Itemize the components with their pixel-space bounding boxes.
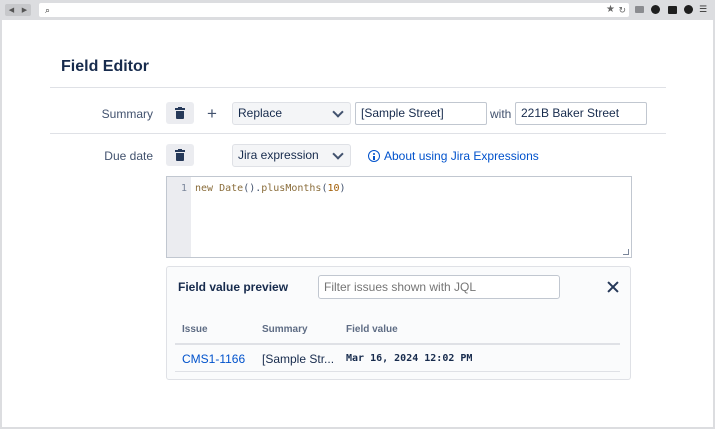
delete-due-date-button[interactable] (166, 144, 194, 166)
field-value-preview-panel: Field value preview Issue Summary Field … (166, 266, 631, 380)
trash-icon (175, 106, 185, 119)
star-icon[interactable]: ★ (606, 4, 615, 16)
column-header-summary: Summary (262, 324, 308, 335)
issue-key-link[interactable]: CMS1-1166 (182, 352, 245, 366)
delete-summary-button[interactable] (166, 102, 194, 124)
chevron-down-icon (332, 106, 344, 118)
code-function: Date (219, 183, 244, 194)
due-date-label: Due date (104, 149, 153, 163)
reload-icon[interactable]: ↻ (618, 4, 626, 16)
extension-icon[interactable] (668, 6, 677, 14)
menu-icon[interactable]: ☰ (699, 5, 708, 15)
line-gutter: 1 (167, 177, 191, 257)
preview-title: Field value preview (178, 280, 289, 294)
table-row-divider (175, 371, 620, 372)
code-number: 10 (327, 183, 340, 194)
code-line[interactable]: new Date().plusMonths(10) (195, 183, 346, 194)
extension-icon[interactable] (651, 5, 660, 14)
jql-filter-input[interactable] (318, 275, 560, 299)
chevron-down-icon (332, 148, 344, 160)
operation-select[interactable]: Replace (232, 102, 351, 125)
table-header-divider (175, 343, 620, 345)
page-title: Field Editor (61, 58, 149, 75)
line-number: 1 (180, 183, 187, 194)
forward-icon[interactable]: ▶ (22, 6, 27, 14)
code-method: plusMonths (261, 183, 322, 194)
plus-icon[interactable]: + (207, 105, 217, 122)
jira-expressions-help-link[interactable]: About using Jira Expressions (368, 149, 539, 163)
info-icon (368, 150, 380, 162)
with-label: with (490, 107, 512, 121)
profile-icon[interactable] (684, 5, 693, 14)
back-icon[interactable]: ◀ (9, 6, 14, 14)
browser-toolbar: ◀ ▶ ⌕ ★ ↻ ☰ (0, 0, 715, 20)
address-bar[interactable]: ⌕ ★ ↻ (39, 3, 629, 17)
trash-icon (175, 148, 185, 161)
column-header-field-value: Field value (346, 324, 398, 335)
issue-summary: [Sample Str... (262, 352, 335, 366)
column-header-issue: Issue (182, 324, 208, 335)
expression-editor[interactable]: 1 new Date().plusMonths(10) (166, 176, 632, 258)
issue-field-value: Mar 16, 2024 12:02 PM (346, 353, 473, 364)
mode-select[interactable]: Jira expression (232, 144, 351, 167)
search-icon: ⌕ (45, 5, 51, 15)
window-border (0, 20, 2, 429)
code-punct: (). (243, 183, 262, 194)
divider (50, 87, 666, 88)
close-icon[interactable] (607, 281, 619, 293)
find-input[interactable]: [Sample Street] (355, 102, 487, 125)
resize-handle[interactable] (623, 249, 629, 255)
back-forward-buttons[interactable]: ◀ ▶ (5, 4, 31, 16)
extension-icon[interactable] (635, 6, 644, 13)
help-link-label: About using Jira Expressions (384, 149, 539, 163)
divider (50, 133, 666, 134)
code-keyword: new (195, 183, 214, 194)
code-punct: ) (339, 183, 346, 194)
summary-label: Summary (101, 107, 153, 121)
mode-select-value: Jira expression (238, 148, 319, 162)
operation-select-value: Replace (238, 106, 283, 120)
replace-input[interactable]: 221B Baker Street (515, 102, 647, 125)
